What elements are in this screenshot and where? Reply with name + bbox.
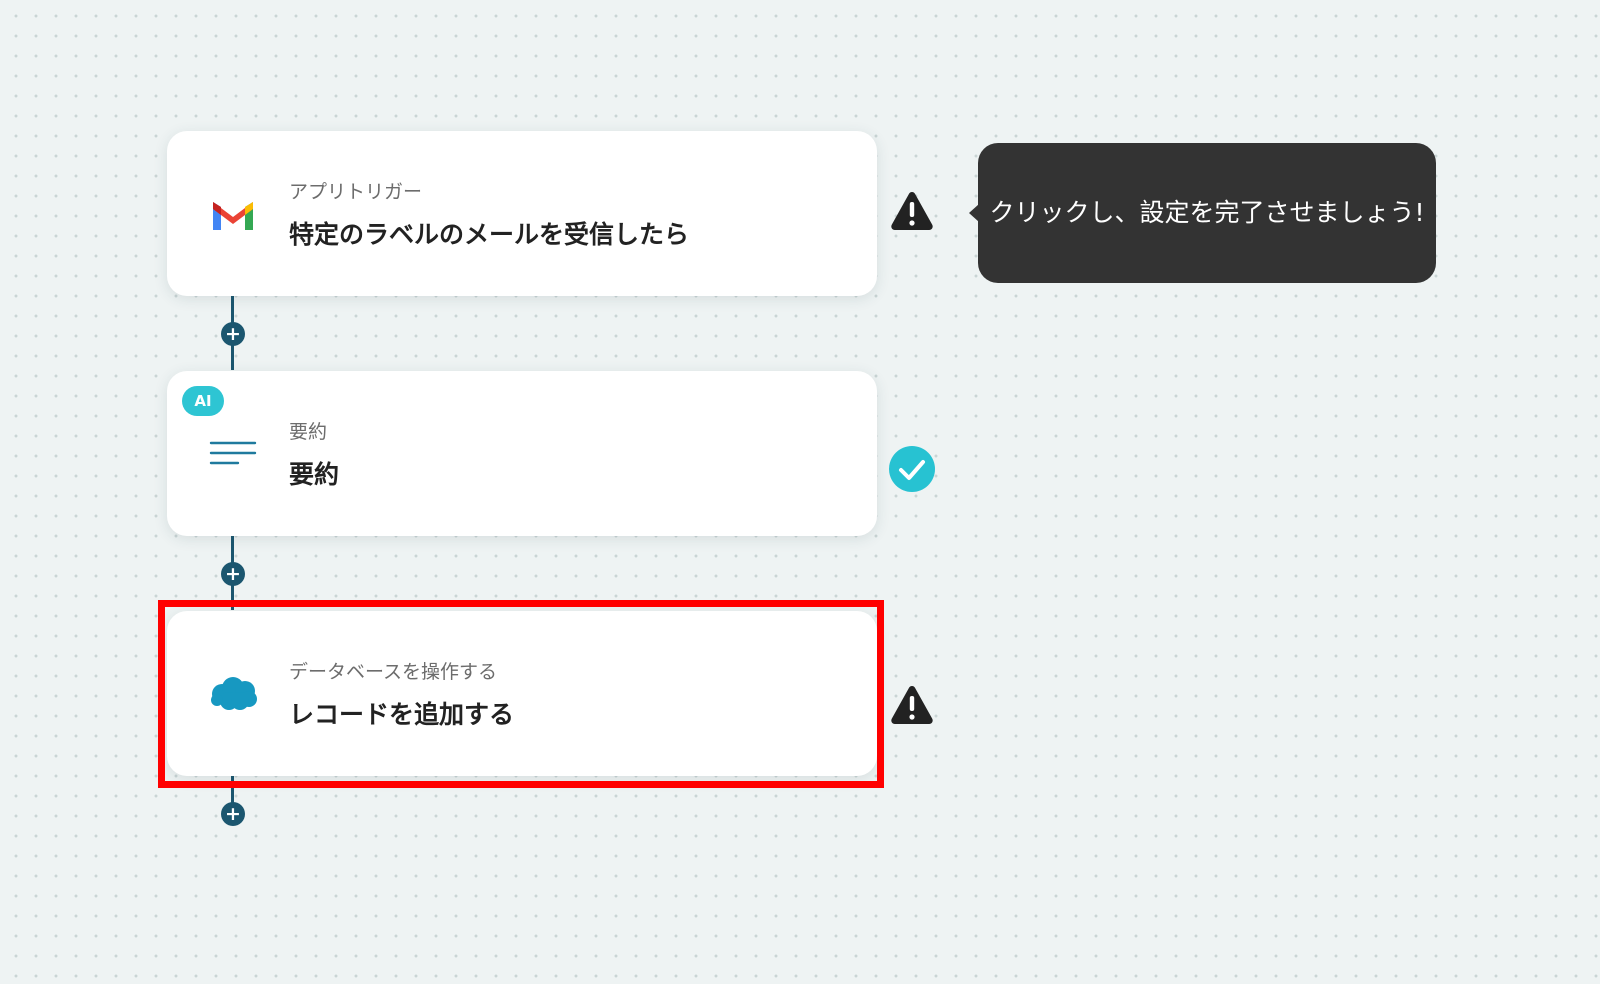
- add-step-button[interactable]: +: [221, 322, 245, 346]
- step-subtitle: アプリトリガー: [289, 181, 423, 203]
- setup-tooltip: クリックし、設定を完了させましょう!: [969, 143, 1436, 283]
- ai-badge: AI: [182, 386, 224, 416]
- add-step-button[interactable]: +: [221, 562, 245, 586]
- warning-icon[interactable]: [888, 681, 936, 729]
- step-subtitle: 要約: [289, 421, 328, 443]
- flow-step-card-summary[interactable]: 要約 要約: [167, 371, 877, 536]
- step-title: 要約: [289, 460, 340, 489]
- summary-lines-icon: [207, 428, 259, 480]
- highlight-box: [158, 600, 884, 788]
- add-step-button[interactable]: +: [221, 802, 245, 826]
- check-complete-icon[interactable]: [888, 445, 936, 493]
- warning-icon[interactable]: [888, 187, 936, 235]
- gmail-icon: [207, 188, 259, 240]
- flow-step-card-trigger[interactable]: アプリトリガー 特定のラベルのメールを受信したら: [167, 131, 877, 296]
- step-title: 特定のラベルのメールを受信したら: [289, 220, 690, 249]
